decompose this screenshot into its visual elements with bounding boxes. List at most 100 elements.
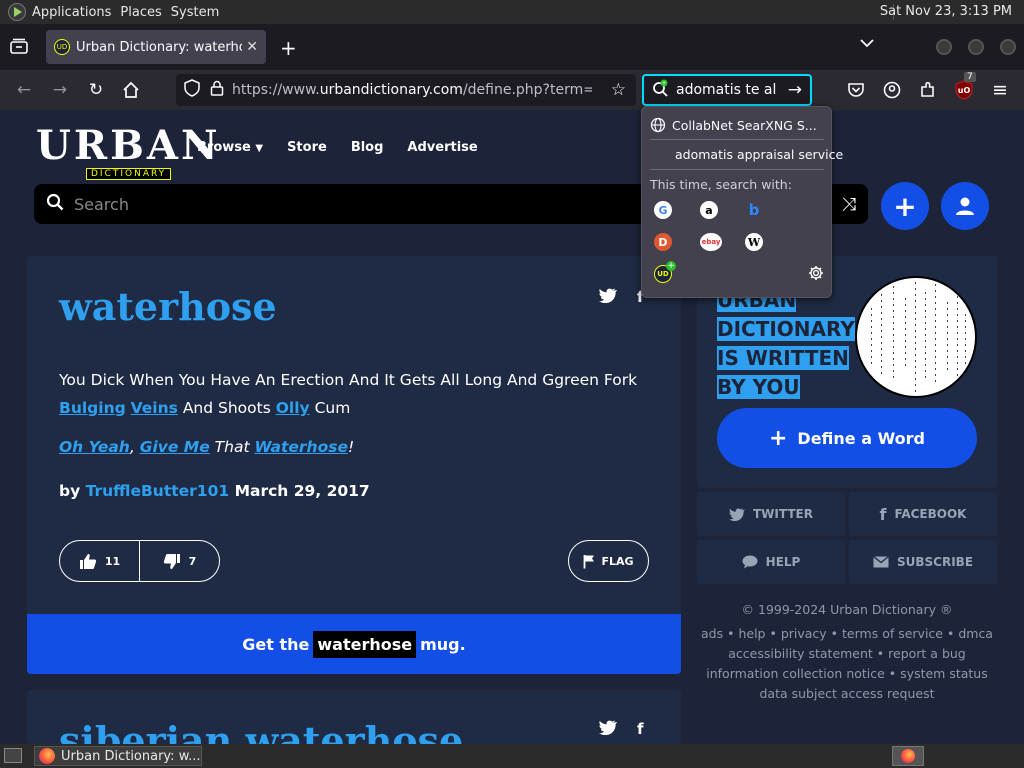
pocket-icon[interactable] xyxy=(844,78,868,102)
twitter-share-icon[interactable] xyxy=(599,288,617,307)
search-suggestions-dropdown: CollabNet SearXNG S... adomatis appraisa… xyxy=(641,106,843,298)
taskbar-firefox-window[interactable]: Urban Dictionary: w... xyxy=(34,746,202,766)
mug-word: waterhose xyxy=(313,630,417,658)
duckduckgo-icon[interactable]: D xyxy=(654,233,672,251)
subscribe-button[interactable]: SUBSCRIBE xyxy=(849,540,997,584)
twitter-bird-icon xyxy=(729,507,745,521)
forward-arrow-icon[interactable]: → xyxy=(48,78,72,102)
tab-overview-icon[interactable] xyxy=(10,38,28,54)
footer-accessibility[interactable]: accessibility statement xyxy=(728,646,873,661)
urban-dictionary-logo[interactable]: URBAN DICTIONARY xyxy=(36,122,221,182)
workspace-switcher[interactable] xyxy=(892,746,924,766)
nav-store[interactable]: Store xyxy=(287,140,327,155)
footer-help[interactable]: help xyxy=(738,626,765,641)
home-icon[interactable] xyxy=(119,78,143,102)
url-text[interactable]: https://www.urbandictionary.com/define.p… xyxy=(232,82,592,98)
user-account-button[interactable] xyxy=(941,182,989,230)
searxng-engine-header[interactable]: CollabNet SearXNG S... xyxy=(650,117,817,133)
search-placeholder: Search xyxy=(74,194,129,214)
link-give-me[interactable]: Give Me xyxy=(140,438,210,456)
amazon-icon[interactable]: a xyxy=(700,201,718,219)
author-link[interactable]: TruffleButter101 xyxy=(86,482,230,500)
reload-icon[interactable]: ↻ xyxy=(84,78,108,102)
site-footer: © 1999-2024 Urban Dictionary ® ads • hel… xyxy=(697,600,997,704)
footer-terms[interactable]: terms of service xyxy=(842,626,943,641)
twitter-share-icon-2[interactable] xyxy=(599,720,617,739)
wikipedia-icon[interactable]: W xyxy=(745,233,763,251)
add-engine-plus-icon: + xyxy=(666,261,676,271)
window-close-button[interactable] xyxy=(1000,39,1016,55)
matrix-globe-image xyxy=(855,276,977,398)
footer-info-collection[interactable]: information collection notice xyxy=(706,666,885,681)
window-maximize-button[interactable] xyxy=(968,39,984,55)
definition-card: waterhose f You Dick When You Have An Er… xyxy=(27,256,681,674)
places-menu[interactable]: Places xyxy=(120,5,170,20)
applications-menu[interactable]: Applications xyxy=(32,5,120,20)
new-tab-icon[interactable]: + xyxy=(280,36,297,60)
facebook-button[interactable]: f FACEBOOK xyxy=(849,492,997,536)
extensions-puzzle-icon[interactable] xyxy=(916,78,940,102)
window-minimize-button[interactable] xyxy=(936,39,952,55)
logo-subtitle: DICTIONARY xyxy=(86,168,172,180)
link-bulging[interactable]: Bulging xyxy=(59,399,126,417)
twitter-button[interactable]: TWITTER xyxy=(697,492,845,536)
plus-icon: + xyxy=(768,425,788,451)
bing-icon[interactable]: b xyxy=(745,201,763,219)
account-icon[interactable] xyxy=(880,78,904,102)
tracking-shield-icon[interactable] xyxy=(184,79,200,101)
flag-button[interactable]: FLAG xyxy=(568,540,649,582)
search-bar-input[interactable]: + adomatis te al → xyxy=(642,74,812,106)
add-definition-plus-button[interactable]: + xyxy=(881,182,929,230)
footer-data-request[interactable]: data subject access request xyxy=(697,684,997,704)
link-veins[interactable]: Veins xyxy=(131,399,178,417)
random-shuffle-icon[interactable]: ⤨ xyxy=(842,194,856,215)
show-desktop-icon[interactable] xyxy=(4,748,22,763)
applications-logo-icon[interactable] xyxy=(8,3,26,21)
logo-word: URBAN xyxy=(36,122,221,169)
definition-word-2[interactable]: siberian waterhose xyxy=(59,718,463,744)
search-settings-gear-icon[interactable] xyxy=(808,265,824,284)
link-olly[interactable]: Olly xyxy=(276,399,310,417)
tab-urban-dictionary[interactable]: UD Urban Dictionary: waterhose ✕ xyxy=(46,30,266,64)
url-bar[interactable]: https://www.urbandictionary.com/define.p… xyxy=(176,74,636,106)
nav-blog[interactable]: Blog xyxy=(351,140,384,155)
nav-advertise[interactable]: Advertise xyxy=(407,140,477,155)
back-arrow-icon[interactable]: ← xyxy=(12,78,36,102)
footer-dmca[interactable]: dmca xyxy=(958,626,993,641)
search-suggestion-item[interactable]: adomatis appraisal service xyxy=(675,147,843,162)
lock-icon[interactable] xyxy=(210,80,224,100)
footer-report-bug[interactable]: report a bug xyxy=(888,646,966,661)
searxng-search-icon[interactable]: + xyxy=(652,79,670,101)
clock[interactable]: Sat Nov 23, 3:13 PM xyxy=(880,4,1012,19)
browse-caret-down-icon: ▼ xyxy=(255,143,264,154)
downvote-count: 7 xyxy=(188,554,197,568)
get-mug-banner[interactable]: Get the waterhose mug. xyxy=(27,614,681,674)
downvote-button[interactable]: 7 xyxy=(139,541,219,581)
list-tabs-chevron-down-icon[interactable] xyxy=(860,38,874,48)
nav-browse[interactable]: Browse ▼ xyxy=(197,140,263,155)
hamburger-menu-icon[interactable]: ≡ xyxy=(988,78,1012,102)
link-waterhose[interactable]: Waterhose xyxy=(254,438,348,456)
link-oh-yeah[interactable]: Oh Yeah xyxy=(59,438,130,456)
ublock-badge: 7 xyxy=(964,72,976,82)
bookmark-star-icon[interactable]: ☆ xyxy=(611,80,626,100)
facebook-share-icon-2[interactable]: f xyxy=(637,720,644,738)
close-tab-icon[interactable]: ✕ xyxy=(246,39,258,55)
google-icon[interactable]: G xyxy=(654,201,672,219)
define-a-word-button[interactable]: + Define a Word xyxy=(717,408,977,468)
footer-ads[interactable]: ads xyxy=(701,626,723,641)
footer-privacy[interactable]: privacy xyxy=(781,626,827,641)
author-byline: by TruffleButter101 March 29, 2017 xyxy=(59,482,370,500)
svg-text:uO: uO xyxy=(958,86,971,95)
system-menu[interactable]: System xyxy=(171,5,228,20)
search-go-arrow-icon[interactable]: → xyxy=(788,80,802,100)
urban-dictionary-favicon-icon: UD xyxy=(54,39,70,55)
help-button[interactable]: HELP xyxy=(697,540,845,584)
definition-word[interactable]: waterhose xyxy=(59,284,277,329)
footer-system-status[interactable]: system status xyxy=(900,666,988,681)
ebay-icon[interactable]: ebay xyxy=(700,233,722,251)
search-icon xyxy=(46,193,64,215)
upvote-button[interactable]: 11 xyxy=(60,541,139,581)
ublock-origin-icon[interactable]: uO 7 xyxy=(952,72,976,102)
facebook-f-icon: f xyxy=(879,504,887,524)
